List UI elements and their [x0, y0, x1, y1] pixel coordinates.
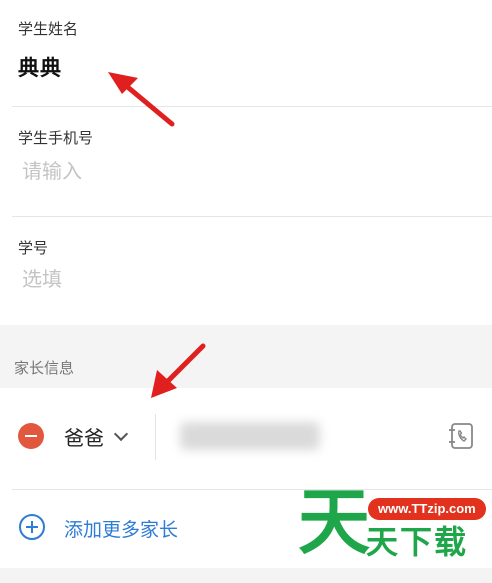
relation-dropdown[interactable]: 爸爸 — [64, 422, 129, 451]
student-phone-label: 学生手机号 — [18, 129, 94, 147]
student-name-field[interactable]: 学生姓名 典典 — [0, 0, 492, 106]
student-phone-field: 学生手机号 — [0, 107, 492, 215]
divider — [155, 414, 156, 460]
watermark-url: www.TTzip.com — [368, 498, 486, 520]
student-phone-input[interactable] — [22, 159, 422, 183]
chevron-down-icon — [113, 426, 129, 441]
parent-row: 爸爸 — [0, 388, 492, 488]
watermark-text: 天下载 — [366, 523, 469, 561]
contacts-book-icon[interactable] — [447, 422, 475, 450]
student-id-label: 学号 — [18, 239, 49, 257]
add-parent-label: 添加更多家长 — [64, 519, 179, 541]
watermark-big-char: 天 — [298, 480, 371, 564]
parent-phone-input[interactable] — [180, 422, 320, 450]
plus-circle-icon — [19, 514, 45, 540]
student-id-field: 学号 — [0, 217, 492, 325]
remove-parent-button[interactable] — [18, 423, 44, 449]
parent-section-title: 家长信息 — [14, 359, 75, 377]
student-id-input[interactable] — [22, 267, 422, 291]
student-name-label: 学生姓名 — [18, 20, 79, 38]
student-name-value[interactable]: 典典 — [18, 52, 62, 82]
red-arrow-icon — [151, 343, 206, 398]
watermark-logo: 天 www.TTzip.com 天下载 — [296, 486, 492, 568]
relation-label: 爸爸 — [64, 426, 104, 450]
red-arrow-icon — [108, 72, 175, 127]
bottom-band — [0, 568, 492, 583]
